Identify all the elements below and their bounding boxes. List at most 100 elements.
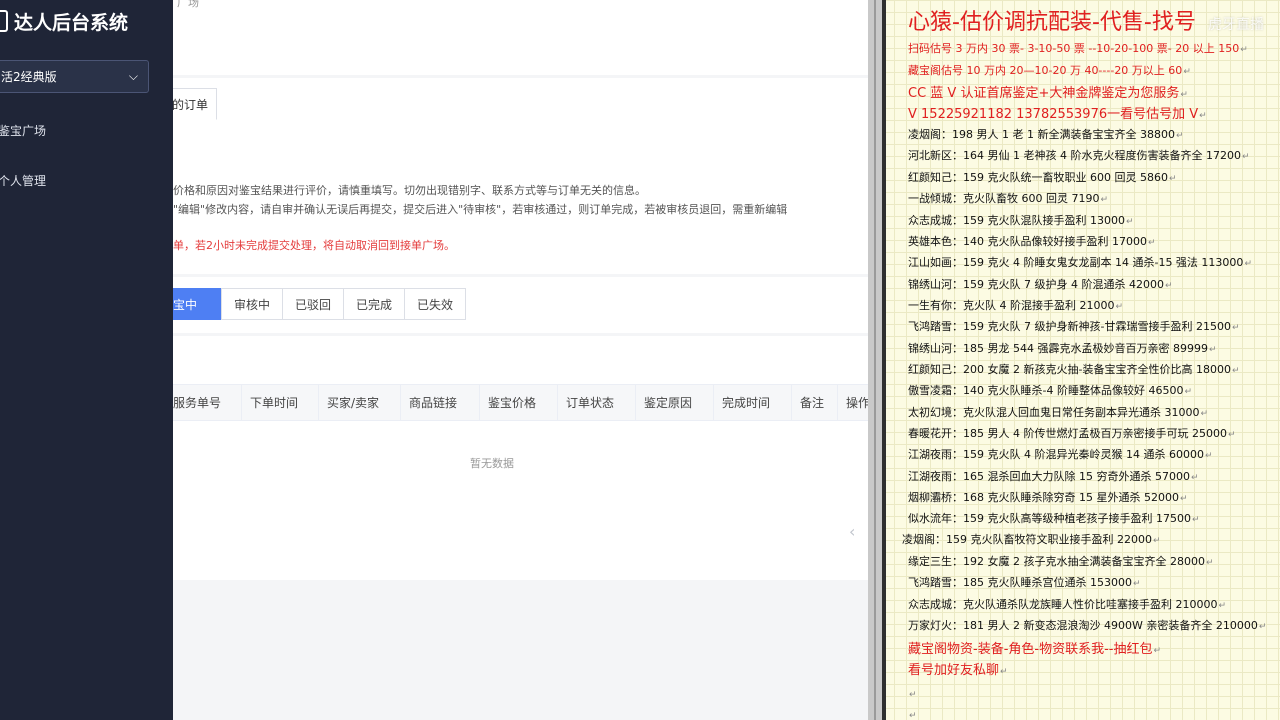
list-item: 一生有你：克火队 4 阶混接手盈利 21000↵: [908, 297, 1123, 313]
notice-card: 的订单 价格和原因对鉴宝结果进行评价，请慎重填写。切勿出现错别字、联系方式等与订…: [173, 78, 868, 274]
tab-label: 已驳回: [295, 297, 332, 312]
divider-bar: [874, 0, 876, 720]
list-item: 众志成城：克火队通杀队龙族睡人性价比哇塞接手盈利 210000↵: [908, 596, 1226, 612]
line-text: 锦绣山河：159 克火队 7 级护身 4 阶混通杀 42000: [908, 278, 1164, 291]
paragraph-mark-icon: ↵: [1231, 366, 1240, 376]
col-service-no: 服务单号: [173, 385, 242, 420]
tab-completed[interactable]: 已完成: [343, 288, 406, 320]
paragraph-mark-icon: ↵: [1164, 281, 1173, 291]
paragraph-mark-icon: ↵: [1204, 451, 1213, 461]
paragraph-mark-icon: ↵: [1208, 345, 1217, 355]
paragraph-mark-icon: ↵: [1190, 473, 1199, 483]
list-item: 凌烟阁：198 男人 1 老 1 新全满装备宝宝齐全 38800↵: [908, 126, 1184, 142]
line-text: 凌烟阁：159 克火队畜牧符文职业接手盈利 22000: [902, 533, 1152, 546]
line-text: 扫码估号 3 万内 30 票- 3-10-50 票 --10-20-100 票-…: [908, 42, 1240, 55]
list-item: 红颜知己：200 女魔 2 新孩克火抽-装备宝宝齐全性价比高 18000↵: [908, 361, 1240, 377]
tab-expired[interactable]: 已失效: [404, 288, 467, 320]
line-text: 春暖花开：185 男人 4 阶传世燃灯孟极百万亲密接手可玩 25000: [908, 427, 1227, 440]
paragraph-mark-icon: ↵: [1152, 536, 1161, 546]
paragraph-mark-icon: ↵: [1218, 601, 1227, 611]
app-logo: 达人后台系统: [0, 6, 128, 36]
tab-in-appraisal[interactable]: 宝中: [173, 288, 222, 320]
tab-my-orders[interactable]: 的订单: [173, 88, 217, 120]
paragraph-mark-icon: ↵: [1132, 579, 1141, 589]
version-select[interactable]: 活2经典版 ⌵: [0, 60, 149, 93]
list-item: 飞鸿踏雪：185 克火队睡杀宫位通杀 153000↵: [908, 574, 1141, 590]
main-content: 广场 的订单 价格和原因对鉴宝结果进行评价，请慎重填写。切勿出现错别字、联系方式…: [173, 0, 868, 720]
list-item: 江山如画：159 克火 4 阶睡女鬼女龙副本 14 通杀-15 强法 11300…: [908, 254, 1252, 270]
col-item-link: 商品链接: [401, 385, 480, 420]
paragraph-mark-icon: ↵: [1191, 515, 1200, 525]
price-line-1: 扫码估号 3 万内 30 票- 3-10-50 票 --10-20-100 票-…: [908, 40, 1248, 56]
tab-label: 已完成: [356, 297, 393, 312]
paragraph-mark-icon: ↵: [1115, 302, 1124, 312]
empty-state: 暂无数据: [470, 457, 514, 470]
line-text: 江湖夜雨：165 混杀回血大力队除 15 穷奇外通杀 57000: [908, 470, 1190, 483]
paragraph-mark-icon: ↵: [1168, 174, 1177, 184]
status-tabs: 宝中 审核中 已驳回 已完成 已失效: [173, 288, 467, 320]
line-text: 看号加好友私聊: [908, 663, 1000, 678]
list-item: 傲雪凌霜：140 克火队睡杀-4 阶睡整体品像较好 46500↵: [908, 382, 1192, 398]
tab-rejected[interactable]: 已驳回: [282, 288, 345, 320]
tab-label: 已失效: [417, 297, 454, 312]
empty-paragraph: ↵: [908, 682, 917, 701]
list-item: 红颜知己：159 克火队统一畜牧职业 600 回灵 5860↵: [908, 169, 1177, 185]
line-text: 缘定三生：192 女魔 2 孩子克水抽全满装备宝宝齐全 28000: [908, 555, 1205, 568]
list-item: 太初幻境：克火队混人回血鬼日常任务副本异光通杀 31000↵: [908, 404, 1208, 420]
col-actions: 操作: [846, 396, 868, 410]
sidebar-item-appraisal-square[interactable]: 鉴宝广场: [0, 122, 46, 139]
list-item: 锦绣山河：185 男龙 544 强霹克水孟极妙音百万亲密 89999↵: [908, 340, 1217, 356]
line-text: V 15225921182 13782553976一看号估号加 V: [908, 107, 1199, 122]
line-text: 众志成城：159 克火队混队接手盈利 13000: [908, 214, 1125, 227]
line-text: 太初幻境：克火队混人回血鬼日常任务副本异光通杀 31000: [908, 406, 1200, 419]
line-text: 似水流年：159 克火队高等级种植老孩子接手盈利 17500: [908, 512, 1191, 525]
line-text: 红颜知己：200 女魔 2 新孩克火抽-装备宝宝齐全性价比高 18000: [908, 363, 1231, 376]
line-text: 锦绣山河：185 男龙 544 强霹克水孟极妙音百万亲密 89999: [908, 342, 1208, 355]
line-text: 万家灯火：181 男人 2 新变态混浪淘沙 4900W 亲密装备齐全 21000…: [908, 619, 1258, 632]
paragraph-mark-icon: ↵: [1200, 409, 1209, 419]
tab-under-review[interactable]: 审核中: [221, 288, 284, 320]
list-item: 河北新区：164 男仙 1 老神孩 4 阶水克火程度伤害装备齐全 17200↵: [908, 147, 1250, 163]
empty-paragraph: ↵: [908, 703, 917, 720]
service-line: CC 蓝 V 认证首席鉴定+大神金牌鉴定为您服务↵: [908, 82, 1188, 101]
table-card: [173, 336, 868, 580]
paragraph-mark-icon: ↵: [1100, 195, 1109, 205]
line-text: 藏宝阁估号 10 万内 20—10-20 万 40----20 万以上 60: [908, 64, 1183, 77]
paragraph-mark-icon: ↵: [1125, 217, 1134, 227]
chevron-down-icon: ⌵: [128, 69, 138, 83]
line-text: 英雄本色：140 克火队品像较好接手盈利 17000: [908, 235, 1147, 248]
line-text: 烟柳灞桥：168 克火队睡杀除穷奇 15 星外通杀 52000: [908, 491, 1179, 504]
paragraph-mark-icon: ↵: [1147, 238, 1156, 248]
window-divider[interactable]: [868, 0, 882, 720]
list-item: 春暖花开：185 男人 4 阶传世燃灯孟极百万亲密接手可玩 25000↵: [908, 425, 1236, 441]
list-item: 烟柳灞桥：168 克火队睡杀除穷奇 15 星外通杀 52000↵: [908, 489, 1188, 505]
list-item: 众志成城：159 克火队混队接手盈利 13000↵: [908, 212, 1134, 228]
col-price: 鉴宝价格: [480, 385, 558, 420]
line-text: 藏宝阁物资-装备-角色-物资联系我--抽红包: [908, 642, 1153, 657]
list-item: 一战倾城：克火队畜牧 600 回灵 7190↵: [908, 190, 1108, 206]
logo-icon: [0, 10, 8, 32]
paragraph-mark-icon: ↵: [1231, 323, 1240, 333]
paragraph-mark-icon: ↵: [1240, 45, 1248, 55]
list-item: 英雄本色：140 克火队品像较好接手盈利 17000↵: [908, 233, 1156, 249]
list-item: 江湖夜雨：165 混杀回血大力队除 15 穷奇外通杀 57000↵: [908, 468, 1199, 484]
list-item: 万家灯火：181 男人 2 新变态混浪淘沙 4900W 亲密装备齐全 21000…: [908, 617, 1266, 633]
tab-label: 审核中: [234, 297, 271, 312]
chevron-left-icon[interactable]: ‹: [849, 522, 855, 541]
col-order-time: 下单时间: [242, 385, 319, 420]
doc-title: 心猿-估价调抗配装-代售-找号: [908, 10, 1196, 35]
line-text: 众志成城：克火队通杀队龙族睡人性价比哇塞接手盈利 210000: [908, 598, 1218, 611]
paragraph-mark-icon: ↵: [1258, 622, 1267, 632]
paragraph-mark-icon: ↵: [1183, 67, 1191, 77]
line-text: 红颜知己：159 克火队统一畜牧职业 600 回灵 5860: [908, 171, 1168, 184]
notice-line-1: 价格和原因对鉴宝结果进行评价，请慎重填写。切勿出现错别字、联系方式等与订单无关的…: [173, 184, 646, 197]
paragraph-mark-icon: ↵: [1175, 131, 1184, 141]
sidebar-item-personal-management[interactable]: 个人管理: [0, 172, 46, 189]
document-panel: 心猿-估价调抗配装-代售-找号 虎牙直播 扫码估号 3 万内 30 票- 3-1…: [882, 0, 1280, 720]
paragraph-mark-icon: ↵: [909, 690, 917, 700]
line-text: 河北新区：164 男仙 1 老神孩 4 阶水克火程度伤害装备齐全 17200: [908, 149, 1241, 162]
stream-watermark: 虎牙直播: [1208, 17, 1264, 33]
footer-line-1: 藏宝阁物资-装备-角色-物资联系我--抽红包↵: [908, 638, 1161, 657]
line-text: 江山如画：159 克火 4 阶睡女鬼女龙副本 14 通杀-15 强法 11300…: [908, 256, 1244, 269]
list-item: 似水流年：159 克火队高等级种植老孩子接手盈利 17500↵: [908, 510, 1200, 526]
